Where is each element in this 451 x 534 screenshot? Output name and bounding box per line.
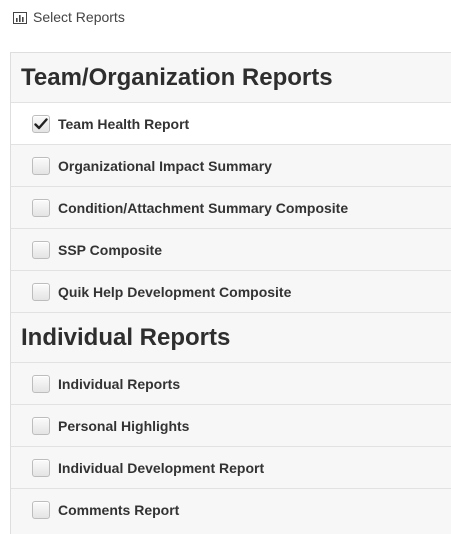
checkbox-personal-highlights[interactable] [32,416,50,435]
checkmark-icon [34,117,48,129]
checkbox-ssp-composite[interactable] [32,240,50,259]
report-row-quik-help-development-composite[interactable]: Quik Help Development Composite [11,271,451,313]
report-label: Organizational Impact Summary [58,157,272,174]
checkbox-comments-report[interactable] [32,501,50,519]
checkbox-quik-help-development-composite[interactable] [32,282,50,301]
checkbox-individual-reports[interactable] [32,374,50,393]
report-row-individual-development-report[interactable]: Individual Development Report [11,447,451,489]
report-label: Individual Reports [58,375,181,392]
section-header-individual: Individual Reports [11,313,451,363]
report-row-personal-highlights[interactable]: Personal Highlights [11,405,451,447]
report-label: Team Health Report [58,115,190,132]
report-row-comments-report[interactable]: Comments Report [11,489,451,531]
report-row-organizational-impact-summary[interactable]: Organizational Impact Summary [11,145,451,187]
report-row-individual-reports[interactable]: Individual Reports [11,363,451,405]
section-header-team-organization: Team/Organization Reports [11,53,451,103]
report-label: Comments Report [58,502,180,518]
checkbox-condition-attachment-summary-composite[interactable] [32,198,50,217]
report-label: Individual Development Report [58,459,265,476]
checkbox-team-health[interactable] [32,114,50,133]
report-row-ssp-composite[interactable]: SSP Composite [11,229,451,271]
page-title: Select Reports [33,9,125,25]
report-row-team-health[interactable]: Team Health Report [11,103,451,145]
report-label: Quik Help Development Composite [58,283,292,300]
report-label: Personal Highlights [58,417,190,434]
reports-panel: Team/Organization Reports Team Health Re… [10,52,451,534]
checkbox-individual-development-report[interactable] [32,458,50,477]
bar-chart-icon [13,11,27,24]
report-row-condition-attachment-summary-composite[interactable]: Condition/Attachment Summary Composite [11,187,451,229]
report-label: Condition/Attachment Summary Composite [58,199,349,216]
page-header: Select Reports [0,0,451,34]
report-label: SSP Composite [58,241,162,258]
checkbox-organizational-impact-summary[interactable] [32,156,50,175]
